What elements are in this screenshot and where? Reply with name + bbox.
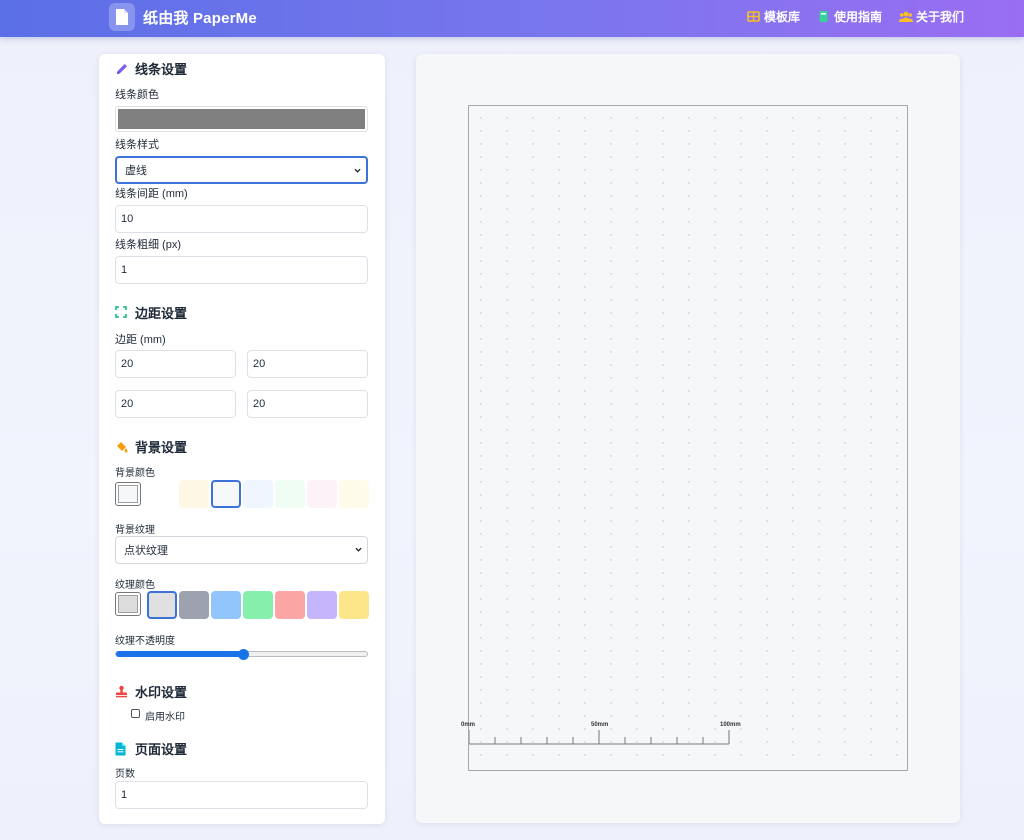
texture-opacity-label: 纹理不透明度 xyxy=(115,636,175,647)
texture-color-label: 纹理颜色 xyxy=(115,580,155,591)
line-color-label: 线条颜色 xyxy=(115,89,159,101)
line-width-input[interactable]: 1 xyxy=(115,256,368,284)
margin-bottom-input[interactable]: 20 xyxy=(115,390,236,418)
line-color-fill xyxy=(118,109,365,129)
texture-swatch[interactable] xyxy=(275,591,305,619)
page-settings-title: 页面设置 xyxy=(115,739,187,758)
paper-preview: 0mm 50mm 100mm xyxy=(461,105,908,771)
texture-swatch[interactable] xyxy=(211,591,241,619)
chevron-down-icon xyxy=(355,547,362,552)
line-settings-title: 线条设置 xyxy=(115,59,187,78)
page-count-label: 页数 xyxy=(115,769,135,780)
texture-swatch[interactable] xyxy=(243,591,273,619)
texture-opacity-slider[interactable] xyxy=(115,649,368,660)
enable-watermark-label[interactable]: 启用水印 xyxy=(145,708,185,723)
background-color-label: 背景颜色 xyxy=(115,468,155,479)
background-texture-label: 背景纹理 xyxy=(115,525,155,536)
margin-left-input[interactable]: 20 xyxy=(247,390,368,418)
top-navbar: 纸由我 PaperMe 模板库 使用指南 关于我们 xyxy=(0,0,1024,37)
nav-about[interactable]: 关于我们 xyxy=(898,8,964,25)
ruler-label-0: 0mm xyxy=(461,722,476,728)
line-style-select[interactable]: 虚线 xyxy=(115,156,368,184)
nav-templates-label: 模板库 xyxy=(763,9,800,24)
margin-top-input[interactable]: 20 xyxy=(115,350,236,378)
line-color-picker[interactable] xyxy=(115,106,368,132)
background-swatch[interactable] xyxy=(243,480,273,508)
background-swatch[interactable] xyxy=(339,480,369,508)
users-icon xyxy=(898,10,913,23)
watermark-settings-title: 水印设置 xyxy=(115,682,187,701)
brand[interactable]: 纸由我 PaperMe xyxy=(109,3,257,31)
expand-icon xyxy=(115,305,129,320)
background-texture-value: 点状纹理 xyxy=(124,545,168,557)
nav-templates[interactable]: 模板库 xyxy=(747,8,800,25)
background-swatch[interactable] xyxy=(179,480,209,508)
paper-logo-icon xyxy=(109,3,135,31)
slider-fill xyxy=(116,651,243,657)
background-texture-select[interactable]: 点状纹理 xyxy=(115,536,368,564)
background-color-picker[interactable] xyxy=(115,482,141,506)
grid-icon xyxy=(747,10,760,23)
texture-custom-color xyxy=(118,595,138,613)
background-custom-color xyxy=(118,485,138,503)
line-width-label: 线条粗细 (px) xyxy=(115,239,181,251)
ruler-label-100: 100mm xyxy=(720,722,741,728)
background-swatch[interactable] xyxy=(307,480,337,508)
texture-color-picker[interactable] xyxy=(115,592,141,616)
line-style-value: 虚线 xyxy=(125,165,147,177)
line-style-label: 线条样式 xyxy=(115,139,159,151)
background-swatch[interactable] xyxy=(211,480,241,508)
app-title: 纸由我 PaperMe xyxy=(143,9,257,27)
book-icon xyxy=(817,10,830,23)
settings-panel: 线条设置 线条颜色 线条样式 虚线 线条间距 (mm) 10 线条粗细 (px)… xyxy=(99,54,385,824)
texture-swatch[interactable] xyxy=(339,591,369,619)
paint-bucket-icon xyxy=(115,440,129,454)
texture-swatch[interactable] xyxy=(307,591,337,619)
nav-guide-label: 使用指南 xyxy=(833,9,882,24)
background-swatch[interactable] xyxy=(275,480,305,508)
texture-swatch[interactable] xyxy=(147,591,177,619)
nav-guide[interactable]: 使用指南 xyxy=(817,8,882,25)
margin-label: 边距 (mm) xyxy=(115,334,166,346)
nav-menu: 模板库 使用指南 关于我们 xyxy=(730,0,964,32)
preview-panel: 0mm 50mm 100mm xyxy=(416,54,960,823)
paper-dot-grid xyxy=(468,117,898,756)
page-count-input[interactable]: 1 xyxy=(115,781,368,809)
texture-swatch[interactable] xyxy=(179,591,209,619)
line-spacing-input[interactable]: 10 xyxy=(115,205,368,233)
chevron-down-icon xyxy=(354,168,361,173)
margin-right-input[interactable]: 20 xyxy=(247,350,368,378)
file-icon xyxy=(115,742,129,756)
ruler-label-50: 50mm xyxy=(591,722,609,728)
nav-about-label: 关于我们 xyxy=(915,9,964,24)
pencil-icon xyxy=(115,62,129,76)
background-settings-title: 背景设置 xyxy=(115,437,187,456)
line-spacing-label: 线条间距 (mm) xyxy=(115,188,188,200)
slider-thumb[interactable] xyxy=(237,649,249,660)
enable-watermark-checkbox[interactable] xyxy=(131,709,140,718)
stamp-icon xyxy=(115,685,129,699)
margin-settings-title: 边距设置 xyxy=(115,303,187,322)
